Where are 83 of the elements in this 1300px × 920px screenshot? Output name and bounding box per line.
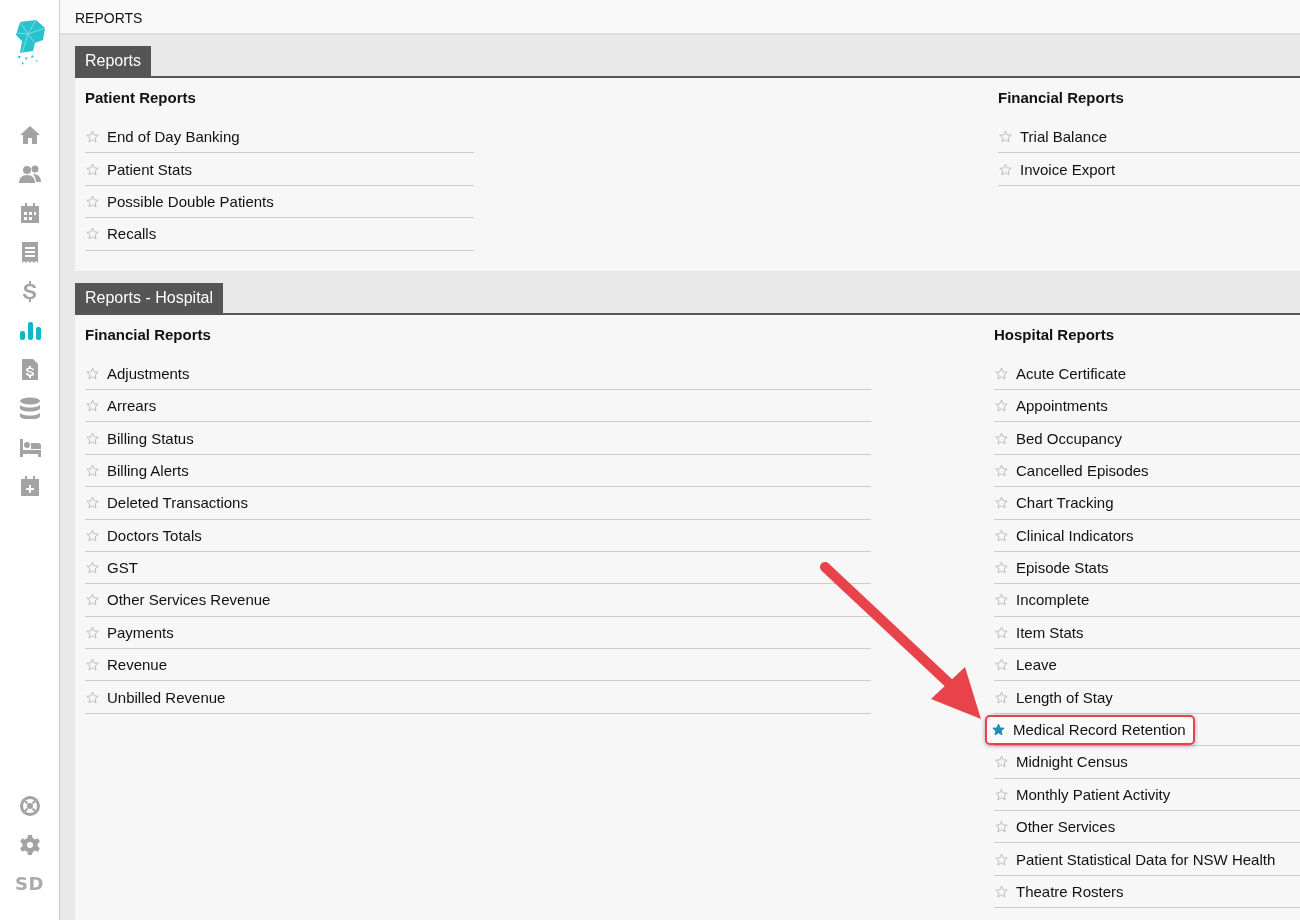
star-icon[interactable] — [995, 755, 1008, 769]
star-icon[interactable] — [86, 194, 99, 208]
star-icon[interactable] — [995, 820, 1008, 834]
report-link[interactable]: Medical Record Retention — [1013, 721, 1186, 739]
report-link[interactable]: Length of Stay — [1016, 688, 1113, 706]
report-link[interactable]: Invoice Export — [1020, 160, 1116, 178]
report-link[interactable]: Other Services Revenue — [107, 591, 271, 609]
star-icon[interactable] — [995, 787, 1008, 801]
star-icon[interactable] — [995, 561, 1008, 575]
column-heading: Patient Reports — [85, 88, 197, 108]
bar-chart-icon[interactable] — [18, 319, 41, 341]
report-link[interactable]: Other Services — [1016, 818, 1116, 836]
report-link[interactable]: Deleted Transactions — [107, 494, 248, 512]
report-link[interactable]: Billing Status — [107, 429, 194, 447]
star-icon[interactable] — [86, 496, 99, 510]
report-link[interactable]: Acute Certificate — [1016, 364, 1127, 382]
report-link[interactable]: Monthly Patient Activity — [1016, 785, 1171, 803]
star-icon[interactable] — [86, 130, 99, 144]
report-link[interactable]: Theatre Rosters — [1016, 883, 1124, 900]
star-icon[interactable] — [992, 723, 1005, 737]
settings-icon[interactable] — [18, 834, 41, 856]
star-icon[interactable] — [995, 885, 1008, 898]
report-link[interactable]: Possible Double Patients — [107, 192, 274, 210]
report-link[interactable]: Bed Occupancy — [1016, 429, 1122, 447]
report-link[interactable]: Unbilled Revenue — [107, 688, 226, 706]
star-icon[interactable] — [86, 463, 99, 477]
database-icon[interactable] — [18, 397, 41, 419]
star-icon[interactable] — [995, 528, 1008, 542]
home-icon[interactable] — [18, 124, 41, 146]
report-link[interactable]: Arrears — [107, 397, 157, 415]
report-link[interactable]: Billing Alerts — [107, 461, 189, 479]
report-link[interactable]: Adjustments — [107, 364, 190, 382]
star-icon[interactable] — [86, 690, 99, 704]
star-icon[interactable] — [86, 625, 99, 639]
star-icon[interactable] — [86, 162, 99, 176]
report-link[interactable]: Episode Stats — [1016, 559, 1109, 577]
star-icon[interactable] — [995, 852, 1008, 866]
star-icon[interactable] — [999, 162, 1012, 176]
report-link[interactable]: GST — [107, 559, 138, 577]
report-link[interactable]: Payments — [107, 623, 174, 641]
report-link[interactable]: Cancelled Episodes — [1016, 461, 1149, 479]
report-link[interactable]: Leave — [1016, 656, 1057, 674]
report-link[interactable]: Doctors Totals — [107, 526, 202, 544]
report-link[interactable]: Incomplete — [1016, 591, 1090, 609]
star-icon[interactable] — [86, 366, 99, 380]
star-icon[interactable] — [86, 227, 99, 241]
column-heading: Financial Reports — [998, 88, 1125, 108]
star-icon[interactable] — [999, 130, 1012, 144]
report-link[interactable]: Appointments — [1016, 397, 1108, 415]
bed-icon[interactable] — [18, 436, 41, 458]
star-icon[interactable] — [86, 431, 99, 445]
report-link[interactable]: Chart Tracking — [1016, 494, 1114, 512]
star-icon[interactable] — [86, 399, 99, 413]
star-icon[interactable] — [86, 561, 99, 575]
report-link[interactable]: End of Day Banking — [107, 128, 240, 146]
star-icon[interactable] — [995, 496, 1008, 510]
column-heading: Financial Reports — [85, 324, 212, 345]
star-icon[interactable] — [995, 463, 1008, 477]
star-icon[interactable] — [995, 625, 1008, 639]
star-icon[interactable] — [86, 593, 99, 607]
calendar-icon[interactable] — [18, 202, 41, 224]
report-link[interactable]: Patient Statistical Data for NSW Health — [1016, 850, 1276, 868]
report-link[interactable]: Trial Balance — [1020, 128, 1107, 146]
star-icon[interactable] — [86, 658, 99, 672]
column-heading: Hospital Reports — [994, 324, 1115, 345]
report-link[interactable]: Patient Stats — [107, 160, 193, 178]
calendar-plus-icon[interactable] — [18, 475, 41, 497]
logo-icon — [13, 20, 46, 66]
report-link[interactable]: Revenue — [107, 656, 168, 674]
star-icon[interactable] — [995, 593, 1008, 607]
star-icon[interactable] — [86, 528, 99, 542]
people-icon[interactable] — [18, 163, 41, 185]
page-title: REPORTS — [75, 10, 143, 26]
star-icon[interactable] — [995, 366, 1008, 380]
lifebuoy-icon[interactable] — [18, 795, 41, 817]
star-icon[interactable] — [995, 399, 1008, 413]
report-link[interactable]: Recalls — [107, 225, 157, 243]
star-icon[interactable] — [995, 658, 1008, 672]
report-link[interactable]: Item Stats — [1016, 623, 1084, 641]
star-icon[interactable] — [995, 690, 1008, 704]
star-icon[interactable] — [995, 431, 1008, 445]
report-link[interactable]: Midnight Census — [1016, 753, 1128, 771]
report-link[interactable]: Clinical Indicators — [1016, 526, 1134, 544]
